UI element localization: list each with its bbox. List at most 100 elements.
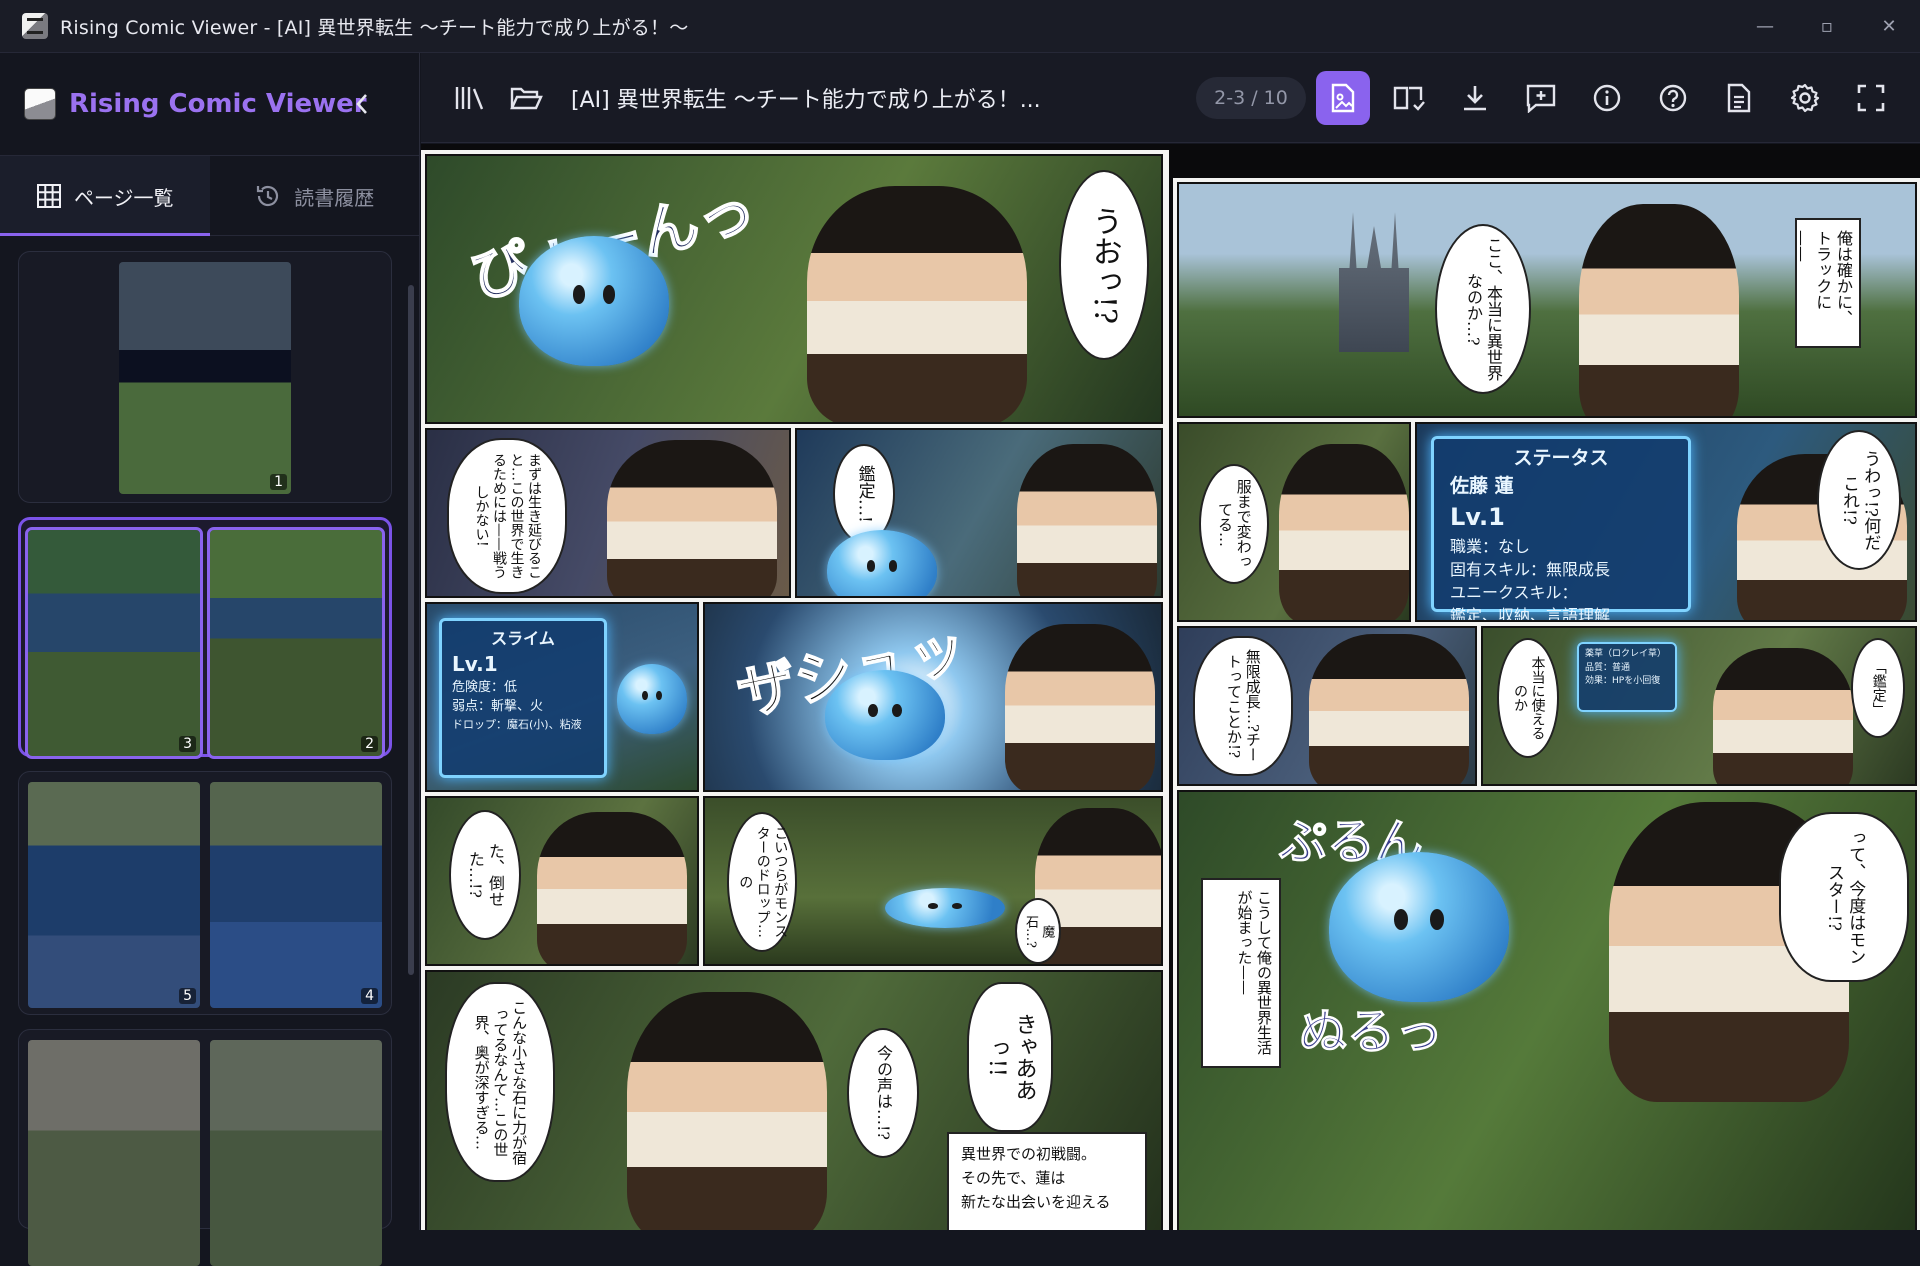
hero-character <box>1279 444 1409 620</box>
thumbnail-page-number: 1 <box>270 474 287 490</box>
maximize-button[interactable]: ▫ <box>1796 0 1858 53</box>
open-folder-button[interactable] <box>499 71 553 125</box>
fullscreen-button[interactable] <box>1844 71 1898 125</box>
thumbnail-card[interactable]: 5 4 <box>18 771 392 1015</box>
hero-character <box>627 992 827 1230</box>
comic-panel: ステータス 佐藤 蓮 Lv.1 職業：なし 固有スキル：無限成長 ユニークスキル… <box>1415 422 1917 622</box>
hero-character <box>1005 624 1155 790</box>
hero-character <box>807 186 1027 422</box>
narration-box: 俺は確かに、トラックに—— <box>1792 218 1861 348</box>
comic-page-left[interactable]: ぴょーんっ うおっ!? まずは生き延びること…この世界で生きるためには——戦うし… <box>421 150 1169 1230</box>
history-icon <box>257 185 279 207</box>
status-line: ドロップ：魔石(小)、粘液 <box>452 717 582 731</box>
narration-box: 異世界での初戦闘。 その先で、蓮は 新たな出会いを迎える <box>947 1132 1147 1230</box>
spread-view-button[interactable] <box>1382 71 1436 125</box>
castle-icon <box>1339 212 1409 352</box>
page-view-button[interactable] <box>1316 71 1370 125</box>
info-button[interactable] <box>1580 71 1634 125</box>
app-logo-icon <box>22 13 48 39</box>
hero-character <box>1017 444 1157 596</box>
folder-open-icon <box>510 87 543 109</box>
sound-effect-text: ぬるっ <box>1298 1004 1444 1061</box>
hero-character <box>1579 204 1739 416</box>
comic-viewer[interactable]: ぴょーんっ うおっ!? まずは生き延びること…この世界で生きるためには——戦うし… <box>421 144 1920 1230</box>
close-button[interactable]: ✕ <box>1858 0 1920 53</box>
window-controls: — ▫ ✕ <box>1734 0 1920 53</box>
book-title: [AI] 異世界転生 ～チート能力で成り上がる！... <box>571 87 1041 113</box>
tab-page-list[interactable]: ページ一覧 <box>0 156 210 236</box>
status-window: スライム Lv.1 危険度：低 弱点：斬撃、火 ドロップ：魔石(小)、粘液 <box>439 618 607 778</box>
comic-panel: ぴょーんっ うおっ!? <box>425 154 1163 424</box>
thumbnail-page-6[interactable] <box>210 1040 382 1266</box>
help-button[interactable] <box>1646 71 1700 125</box>
page-counter: 2-3 / 10 <box>1196 77 1306 119</box>
thumbnail-page-5[interactable]: 5 <box>28 782 200 1008</box>
thumbnail-card[interactable] <box>18 1029 392 1266</box>
tab-reading-history[interactable]: 読書履歴 <box>210 156 420 236</box>
status-line: 弱点：斬撃、火 <box>452 699 544 715</box>
settings-button[interactable] <box>1778 71 1832 125</box>
comment-add-icon <box>1526 84 1556 113</box>
item-quality: 品質：普通 <box>1585 662 1631 673</box>
speech-bubble: 本当に使えるのか <box>1497 638 1559 758</box>
thumbnail-page-number: 3 <box>179 736 196 752</box>
item-name: 薬草（ロクレイ草） <box>1585 649 1667 659</box>
comic-panel: こんな小さな石に力が宿ってるなんて…この世界、奥が深すぎる… 今の声は…!? き… <box>425 970 1163 1230</box>
speech-bubble: こんな小さな石に力が宿ってるなんて…この世界、奥が深すぎる… <box>445 982 555 1182</box>
item-info-window: 薬草（ロクレイ草） 品質：普通 効果：HPを小回復 <box>1577 642 1677 712</box>
sidebar-scrollbar[interactable] <box>408 285 414 975</box>
sidebar-tabs: ページ一覧 読書履歴 <box>0 156 419 236</box>
hero-character <box>537 812 687 964</box>
narration-line: その先で、蓮は <box>961 1169 1066 1187</box>
tab-page-list-label: ページ一覧 <box>73 185 174 210</box>
comic-panel: 服まで変わってる… <box>1177 422 1411 622</box>
slime-puddle <box>885 888 1005 928</box>
library-button[interactable] <box>443 71 497 125</box>
slime-character <box>519 236 669 366</box>
hero-character <box>1713 648 1853 784</box>
thumbnail-page-4[interactable]: 4 <box>210 782 382 1008</box>
slime-character <box>827 530 937 596</box>
thumbnail-page-1[interactable]: 1 <box>119 262 291 494</box>
speech-bubble: うわっ!?何だこれ!? <box>1817 430 1901 570</box>
thumbnail-card[interactable]: 3 2 <box>18 517 392 759</box>
slime-character <box>825 670 945 760</box>
document-icon <box>1727 83 1751 113</box>
narration-box: こうして俺の異世界生活が始まった—— <box>1201 878 1281 1068</box>
collapse-sidebar-button[interactable] <box>347 89 377 119</box>
comic-panel: こいつらがモンスターのドロップ…の 魔石…? <box>703 796 1163 966</box>
comic-panel: ぷるん ぬるっ こうして俺の異世界生活が始まった—— って、今度はモンスター!? <box>1177 790 1917 1230</box>
item-effect: 効果：HPを小回復 <box>1585 676 1661 686</box>
comic-page-right[interactable]: ここ、本当に異世界なのか…? 俺は確かに、トラックに—— 服まで変わってる… ス… <box>1173 178 1920 1230</box>
thumbnail-page-2[interactable]: 2 <box>207 527 385 759</box>
thumbnail-page-7[interactable] <box>28 1040 200 1266</box>
speech-bubble: 「鑑定」 <box>1851 638 1905 738</box>
thumbnail-card[interactable]: 1 <box>18 251 392 503</box>
document-image-icon <box>1331 83 1355 113</box>
narration-line: 新たな出会いを迎える <box>961 1193 1111 1211</box>
hero-character <box>1309 634 1469 784</box>
speech-bubble: 今の声は…!? <box>847 1028 919 1158</box>
document-button[interactable] <box>1712 71 1766 125</box>
speech-bubble: た、倒せた…!? <box>449 810 521 940</box>
toolbar-actions <box>1316 71 1898 125</box>
download-button[interactable] <box>1448 71 1502 125</box>
sidebar: Rising Comic Viewer ページ一覧 読書履歴 1 3 2 5 4 <box>0 53 420 1266</box>
minimize-button[interactable]: — <box>1734 0 1796 53</box>
chevron-left-icon <box>356 94 367 114</box>
download-icon <box>1464 86 1486 111</box>
info-icon <box>1593 84 1621 112</box>
gear-icon <box>1790 83 1820 113</box>
speech-bubble: ここ、本当に異世界なのか…? <box>1435 224 1531 394</box>
status-name: 佐藤 蓮 <box>1450 474 1514 497</box>
comic-panel: 鑑定…! <box>795 428 1163 598</box>
speech-bubble: 服まで変わってる… <box>1199 464 1269 584</box>
thumbnail-page-3[interactable]: 3 <box>25 527 203 759</box>
status-title: ステータス <box>1513 447 1609 469</box>
speech-bubble: 魔石…? <box>1015 898 1061 964</box>
comic-panel: まずは生き延びること…この世界で生きるためには——戦うしかない! <box>425 428 791 598</box>
grid-icon <box>36 184 61 208</box>
add-comment-button[interactable] <box>1514 71 1568 125</box>
status-window: ステータス 佐藤 蓮 Lv.1 職業：なし 固有スキル：無限成長 ユニークスキル… <box>1431 436 1691 620</box>
speech-bubble: うおっ!? <box>1059 170 1149 360</box>
